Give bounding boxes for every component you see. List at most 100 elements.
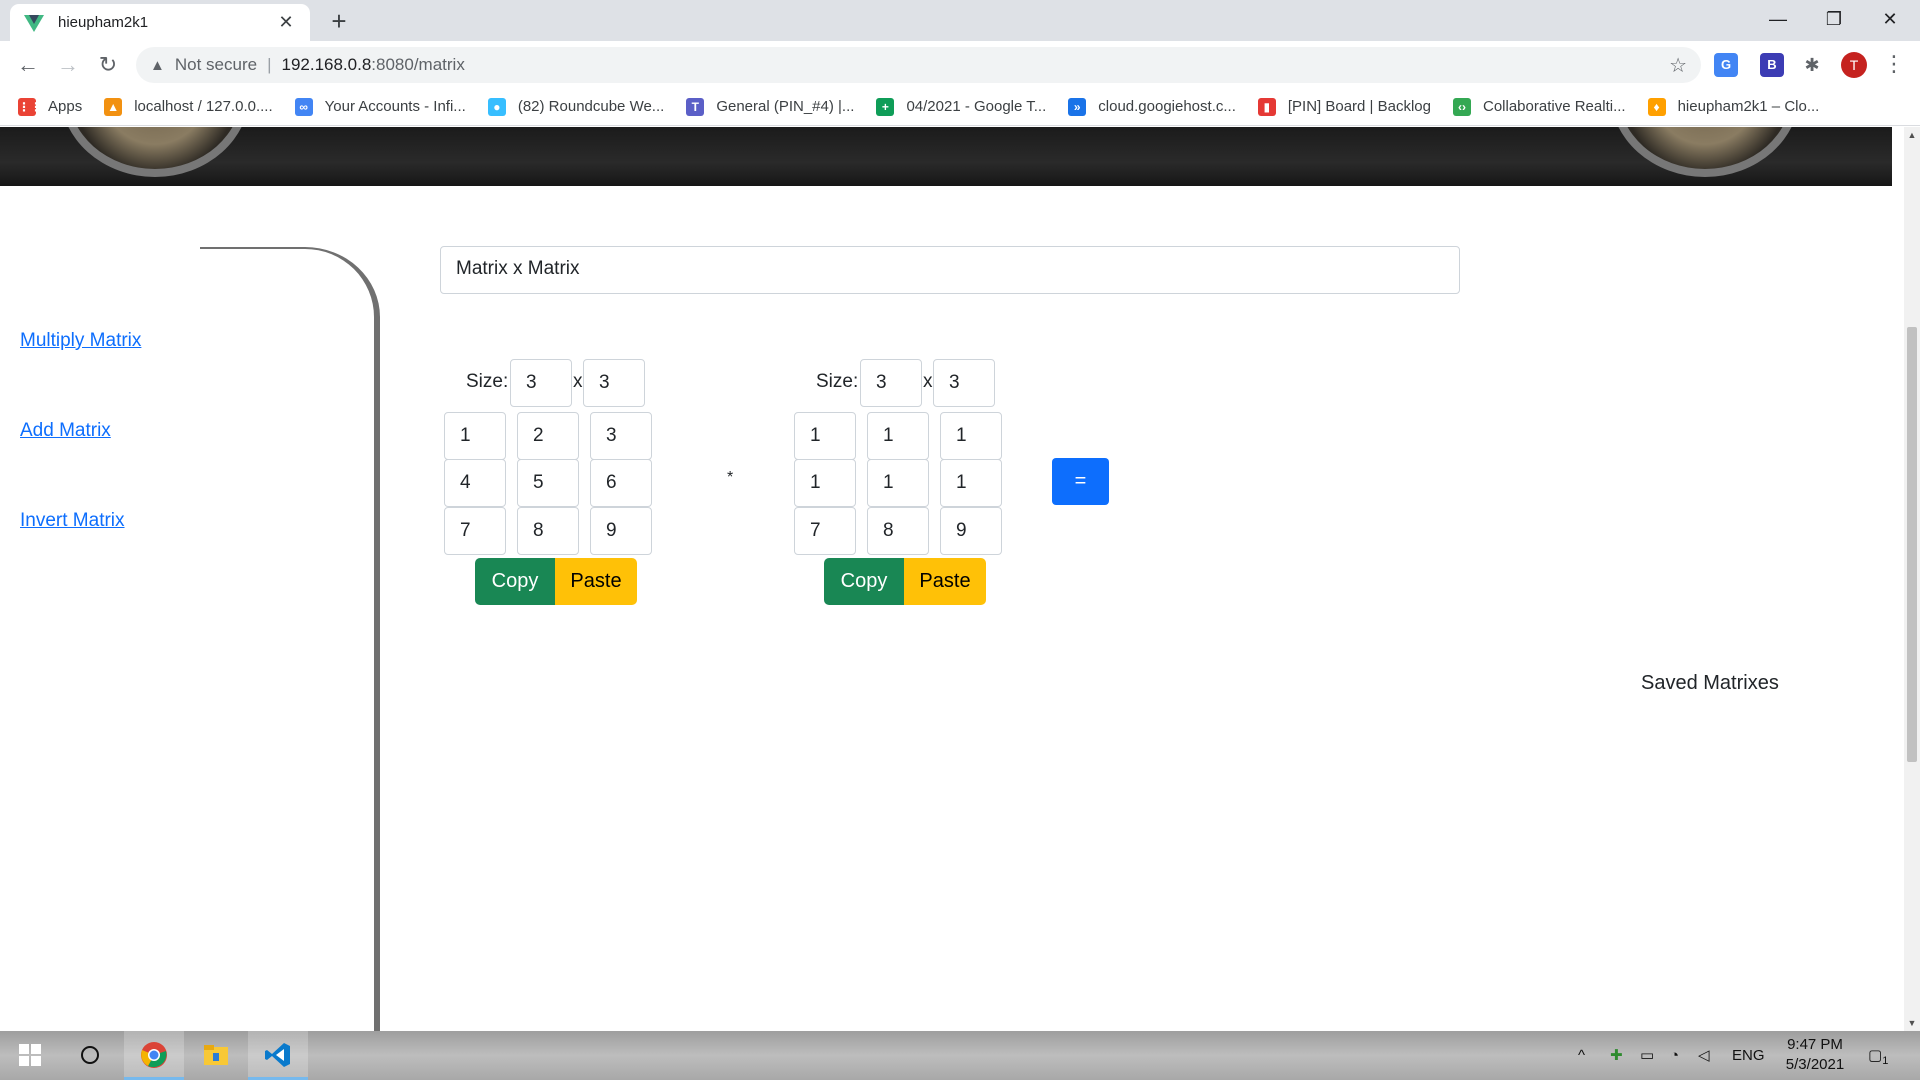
sidebar-link-add[interactable]: Add Matrix: [20, 420, 111, 442]
matrix-a-paste-button[interactable]: Paste: [555, 558, 637, 605]
matrix-b-cell[interactable]: 1: [867, 459, 929, 507]
back-icon[interactable]: ←: [12, 49, 44, 81]
matrix-a-cell[interactable]: 7: [444, 507, 506, 555]
battery-icon[interactable]: ▭: [1640, 1031, 1654, 1080]
restore-button[interactable]: ❐: [1806, 0, 1862, 38]
sidebar-divider: [200, 247, 380, 1031]
vue-logo-icon: [24, 14, 44, 32]
bookmark-item[interactable]: » cloud.googiehost.c...: [1068, 97, 1236, 116]
browser-menu-icon[interactable]: ⋮: [1883, 49, 1905, 79]
address-separator: |: [267, 55, 272, 74]
taskbar-clock[interactable]: 9:47 PM 5/3/2021: [1770, 1035, 1860, 1075]
bookmark-item[interactable]: ● (82) Roundcube We...: [487, 97, 664, 116]
minimize-button[interactable]: —: [1750, 0, 1806, 38]
matrix-b-cell[interactable]: 8: [867, 507, 929, 555]
matrix-a-cell[interactable]: 4: [444, 459, 506, 507]
close-window-button[interactable]: ✕: [1862, 0, 1918, 38]
reload-icon[interactable]: ↻: [92, 49, 124, 81]
address-bar[interactable]: ▲ Not secure | 192.168.0.8 :8080/matrix …: [136, 47, 1701, 83]
bookmark-item[interactable]: ▲ localhost / 127.0.0....: [104, 97, 273, 116]
bookmark-item[interactable]: ▮ [PIN] Board | Backlog: [1257, 97, 1431, 116]
scroll-up-icon[interactable]: ▲: [1904, 127, 1920, 143]
bookmark-label: Apps: [48, 98, 83, 115]
forward-icon[interactable]: →: [52, 49, 84, 81]
apps-grid-icon: ⋮⋮: [18, 97, 42, 116]
matrix-b-paste-button[interactable]: Paste: [904, 558, 986, 605]
sheets-icon: +: [876, 97, 895, 116]
windows-start-icon[interactable]: [0, 1031, 60, 1080]
translate-extension-icon[interactable]: G: [1714, 53, 1738, 77]
notification-center-icon[interactable]: ▢1: [1868, 1031, 1888, 1080]
language-indicator[interactable]: ENG: [1732, 1031, 1765, 1080]
tab-title: hieupham2k1: [58, 14, 149, 31]
sidebar-link-multiply[interactable]: Multiply Matrix: [20, 330, 141, 352]
tray-overflow-icon[interactable]: ^: [1578, 1031, 1585, 1080]
matrix-a-cell[interactable]: 9: [590, 507, 652, 555]
scrollbar-thumb[interactable]: [1907, 327, 1917, 762]
matrix-b-cell[interactable]: 7: [794, 507, 856, 555]
bookmark-item[interactable]: ∞ Your Accounts - Infi...: [294, 97, 466, 116]
bookmark-star-icon[interactable]: ☆: [1669, 53, 1687, 78]
url-path: :8080/matrix: [371, 55, 465, 74]
multiply-operator: *: [727, 469, 734, 486]
code-icon: ‹›: [1453, 97, 1471, 116]
matrix-b-cell[interactable]: 1: [794, 459, 856, 507]
browser-tab[interactable]: hieupham2k1 ✕: [10, 4, 310, 41]
bookmark-label: General (PIN_#4) |...: [716, 98, 855, 115]
volume-icon[interactable]: ◁: [1698, 1031, 1710, 1080]
chrome-taskbar-icon[interactable]: [124, 1031, 184, 1080]
search-cortana-icon[interactable]: [60, 1031, 120, 1080]
tray-app-icon[interactable]: ✚: [1610, 1031, 1623, 1080]
bookmark-item[interactable]: +04/2021 - Google T...: [876, 97, 1047, 116]
bookmark-label: localhost / 127.0.0....: [134, 98, 273, 115]
matrix-b-cols-input[interactable]: 3: [933, 359, 995, 407]
matrix-a-cell[interactable]: 5: [517, 459, 579, 507]
sidebar-link-invert[interactable]: Invert Matrix: [20, 510, 125, 532]
page-scrollbar[interactable]: ▲ ▼: [1904, 127, 1920, 1031]
extensions-puzzle-icon[interactable]: ✱: [1800, 53, 1824, 77]
matrix-b-copy-button[interactable]: Copy: [824, 558, 904, 605]
matrix-b-cell[interactable]: 1: [794, 412, 856, 460]
bookmark-label: 04/2021 - Google T...: [906, 98, 1047, 115]
matrix-b-cell[interactable]: 1: [940, 412, 1002, 460]
matrix-b-rows-input[interactable]: 3: [860, 359, 922, 407]
new-tab-button[interactable]: +: [324, 6, 354, 36]
calculate-equals-button[interactable]: =: [1052, 458, 1109, 505]
bookmark-label: cloud.googiehost.c...: [1098, 98, 1236, 115]
bookmark-item[interactable]: ‹› Collaborative Realti...: [1453, 97, 1626, 116]
b-extension-icon[interactable]: B: [1760, 53, 1784, 77]
profile-avatar[interactable]: T: [1841, 52, 1867, 78]
matrix-a-cell[interactable]: 1: [444, 412, 506, 460]
matrix-b-cell[interactable]: 1: [940, 459, 1002, 507]
matrix-a-cols-input[interactable]: 3: [583, 359, 645, 407]
matrix-a-rows-input[interactable]: 3: [510, 359, 572, 407]
bookmark-label: hieupham2k1 – Clo...: [1677, 98, 1820, 115]
vscode-taskbar-icon[interactable]: [248, 1031, 308, 1080]
scroll-down-icon[interactable]: ▼: [1904, 1015, 1920, 1031]
tab-close-icon[interactable]: ✕: [276, 12, 296, 33]
clock-time: 9:47 PM: [1787, 1036, 1843, 1053]
bookmark-label: Collaborative Realti...: [1483, 98, 1626, 115]
matrix-a-cell[interactable]: 6: [590, 459, 652, 507]
matrix-b-size-label: Size:: [816, 371, 859, 392]
page-content: Multiply Matrix Add Matrix Invert Matrix…: [0, 127, 1904, 1031]
bookmark-item[interactable]: ⋮⋮ Apps: [18, 97, 83, 116]
infinity-icon: ∞: [294, 97, 313, 116]
matrix-a-copy-button[interactable]: Copy: [475, 558, 555, 605]
matrix-b-cell[interactable]: 1: [867, 412, 929, 460]
matrix-b-x-label: x: [923, 371, 933, 392]
matrix-b-cell[interactable]: 9: [940, 507, 1002, 555]
matrix-a-cell[interactable]: 8: [517, 507, 579, 555]
url-host: 192.168.0.8: [281, 55, 372, 74]
file-explorer-icon[interactable]: [186, 1031, 246, 1080]
header-banner-image: [0, 127, 1892, 186]
warning-icon: ▲: [150, 56, 165, 74]
bookmark-item[interactable]: T General (PIN_#4) |...: [686, 97, 855, 116]
operation-select[interactable]: Matrix x Matrix: [440, 246, 1460, 294]
bookmark-label: [PIN] Board | Backlog: [1287, 98, 1431, 115]
matrix-a-cell[interactable]: 3: [590, 412, 652, 460]
matrix-a-cell[interactable]: 2: [517, 412, 579, 460]
firebase-icon: ♦: [1647, 97, 1666, 116]
wifi-icon[interactable]: ◔: [1670, 1031, 1679, 1080]
bookmark-item[interactable]: ♦ hieupham2k1 – Clo...: [1647, 97, 1820, 116]
